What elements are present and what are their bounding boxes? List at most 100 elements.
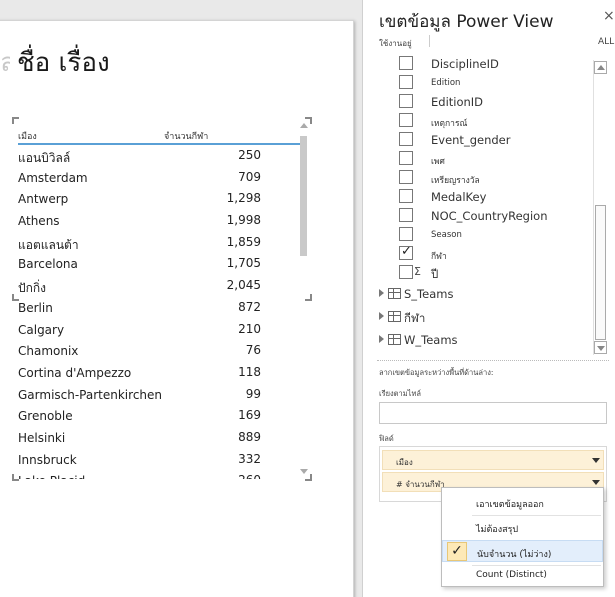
field-item[interactable]: Event_gender [397, 131, 587, 149]
field-checkbox[interactable] [399, 151, 413, 165]
resize-handle-right[interactable] [305, 294, 312, 301]
menu-item-label: นับจำนวน (ไม่ว่าง) [477, 550, 552, 560]
table-row[interactable]: Helsinki 889 [18, 428, 301, 450]
field-checkbox[interactable] [399, 75, 413, 89]
field-list: DisciplineID Edition EditionID เหตุการณ์ Eve… [363, 52, 615, 357]
table-header: เมือง จำนวนกีฬา [18, 125, 301, 145]
menu-item-do-not-summarize[interactable]: ไม่ต้องสรุป [442, 516, 603, 538]
field-item[interactable]: EditionID [397, 93, 587, 111]
column-header-city[interactable]: เมือง [18, 129, 37, 143]
expand-arrow-icon[interactable] [379, 335, 384, 343]
table-row[interactable]: Amsterdam 709 [18, 168, 301, 190]
field-checkbox[interactable] [399, 189, 413, 203]
field-item[interactable]: DisciplineID [397, 55, 587, 73]
tab-all[interactable]: ALL [598, 37, 614, 47]
field-list-scroll-up-button[interactable] [594, 61, 607, 74]
field-list-scroll-down-button[interactable] [594, 341, 607, 354]
field-item[interactable]: เพศ [397, 150, 587, 168]
table-row[interactable]: Cortina d'Ampezzo 118 [18, 363, 301, 385]
cell-city: แอตแลนต้า [18, 237, 79, 252]
table-group[interactable]: W_Teams [379, 332, 579, 350]
tile-by-drop-zone[interactable] [379, 402, 607, 424]
menu-item-count-distinct[interactable]: Count (Distinct) [442, 564, 603, 586]
field-checkbox[interactable] [399, 113, 413, 127]
well-item-label: เมือง [396, 458, 413, 467]
table-row[interactable]: แอตแลนต้า 1,859 [18, 233, 301, 255]
cell-city: ปักกิ่ง [18, 281, 47, 296]
close-icon[interactable]: × [603, 8, 615, 24]
cell-count: 872 [238, 299, 261, 314]
dropdown-arrow-icon[interactable] [592, 480, 600, 485]
field-label: EditionID [431, 95, 484, 109]
table-group-label: S_Teams [404, 287, 454, 301]
table-row[interactable]: Barcelona 1,705 [18, 254, 301, 276]
column-header-count[interactable]: จำนวนกีฬา [164, 129, 208, 143]
field-checkbox[interactable] [399, 265, 413, 279]
table-group-label: W_Teams [404, 333, 458, 347]
field-checkbox[interactable] [399, 208, 413, 222]
table-row[interactable]: Calgary 210 [18, 320, 301, 342]
field-list-scrollbar-thumb[interactable] [595, 205, 606, 340]
table-group[interactable]: กีฬา [379, 309, 579, 327]
table-row[interactable]: Antwerp 1,298 [18, 189, 301, 211]
field-item[interactable]: NOC_CountryRegion [397, 207, 587, 225]
field-label: DisciplineID [431, 57, 499, 71]
field-checkbox[interactable] [399, 170, 413, 184]
cell-city: แอนบิวิลล์ [18, 151, 71, 165]
field-label: เหรียญรางวัล [431, 176, 480, 186]
field-checkbox[interactable] [399, 132, 413, 146]
field-item[interactable]: Season [397, 226, 587, 244]
field-checkbox[interactable] [399, 227, 413, 241]
expand-arrow-icon[interactable] [379, 289, 384, 297]
field-item[interactable]: MedalKey [397, 188, 587, 206]
table-row[interactable]: Garmisch-Partenkirchen 99 [18, 385, 301, 407]
resize-handle-bottom-right[interactable] [305, 474, 312, 481]
cell-count: 2,045 [226, 278, 261, 293]
table-row[interactable]: แอนบิวิลล์ 250 [18, 146, 301, 168]
report-title[interactable]: ชื่อ เรื่อง [17, 42, 110, 83]
field-item[interactable]: เหตุการณ์ [397, 112, 587, 130]
pane-title: เขตข้อมูล Power View [379, 12, 554, 32]
field-item[interactable]: ✓ กีฬา [397, 244, 587, 263]
table-row[interactable]: Berlin 872 [18, 298, 301, 320]
cell-city: Grenoble [18, 409, 73, 424]
table-row[interactable]: Chamonix 76 [18, 341, 301, 363]
check-icon: ✓ [401, 244, 412, 259]
table-row[interactable]: Innsbruck 332 [18, 450, 301, 472]
well-item-city[interactable]: เมือง [382, 450, 604, 470]
field-item[interactable]: เหรียญรางวัล [397, 169, 587, 187]
tab-in-use[interactable]: ใช้งานอยู่ [379, 37, 412, 50]
table-scroll-down-icon[interactable] [300, 469, 308, 474]
menu-item-label: ไม่ต้องสรุป [476, 525, 519, 535]
cell-count: 889 [238, 429, 261, 444]
field-label: NOC_CountryRegion [431, 209, 548, 223]
dropdown-arrow-icon[interactable] [592, 458, 600, 463]
field-label: เหตุการณ์ [431, 119, 468, 129]
expand-arrow-icon[interactable] [379, 312, 384, 320]
cell-city: Helsinki [18, 430, 66, 445]
table-row[interactable]: Athens 1,998 [18, 211, 301, 233]
table-body: แอนบิวิลล์ 250 Amsterdam 709 Antwerp 1,298 Ath… [18, 146, 301, 479]
resize-handle-top-left[interactable] [12, 117, 19, 124]
pane-divider[interactable] [377, 360, 609, 361]
table-visualization[interactable]: เมือง จำนวนกีฬา แอนบิวิลล์ 250 Amsterdam 70… [12, 117, 312, 481]
menu-item-label: Count (Distinct) [476, 570, 547, 580]
field-item[interactable]: Σ ปี [397, 264, 587, 282]
table-row[interactable]: Lake Placid 260 [18, 471, 301, 479]
table-group[interactable]: S_Teams [379, 286, 579, 304]
chevron-down-icon [597, 346, 605, 351]
field-checkbox[interactable]: ✓ [399, 244, 413, 260]
table-row[interactable]: Grenoble 169 [18, 406, 301, 428]
field-checkbox[interactable] [399, 56, 413, 70]
title-ghost-text: ล [0, 48, 10, 78]
field-item[interactable]: Edition [397, 74, 587, 92]
table-scroll-up-icon[interactable] [300, 123, 308, 128]
field-label: เพศ [431, 157, 445, 167]
cell-count: 332 [238, 451, 261, 466]
table-row[interactable]: ปักกิ่ง 2,045 [18, 276, 301, 298]
menu-item-remove-field[interactable]: เอาเขตข้อมูลออก [442, 491, 603, 513]
table-scrollbar-thumb[interactable] [300, 136, 307, 256]
menu-item-count-not-blank[interactable]: ✓ นับจำนวน (ไม่ว่าง) [442, 540, 603, 562]
cell-city: Chamonix [18, 344, 79, 359]
field-checkbox[interactable] [399, 94, 413, 108]
